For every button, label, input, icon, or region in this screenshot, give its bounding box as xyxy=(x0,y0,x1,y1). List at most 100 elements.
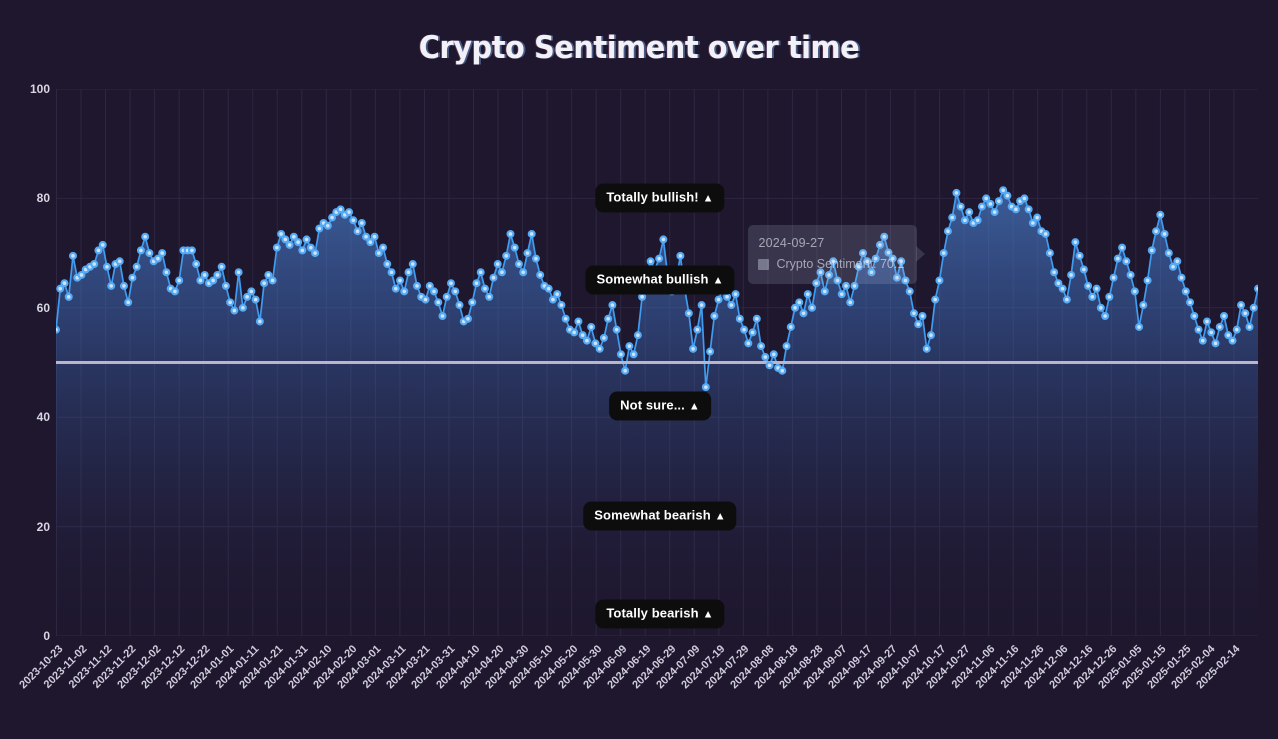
data-point-marker[interactable] xyxy=(803,290,812,299)
data-point-marker[interactable] xyxy=(391,284,400,293)
data-point-marker[interactable] xyxy=(345,208,354,217)
data-point-marker[interactable] xyxy=(1215,322,1224,331)
data-point-marker[interactable] xyxy=(1164,249,1173,258)
data-point-marker[interactable] xyxy=(128,273,137,282)
data-point-marker[interactable] xyxy=(782,342,791,351)
data-point-marker[interactable] xyxy=(1194,325,1203,334)
data-point-marker[interactable] xyxy=(578,331,587,340)
data-point-marker[interactable] xyxy=(812,279,821,288)
data-point-marker[interactable] xyxy=(1245,322,1254,331)
data-point-marker[interactable] xyxy=(697,301,706,310)
data-point-marker[interactable] xyxy=(871,254,880,263)
data-point-marker[interactable] xyxy=(1050,268,1059,277)
data-point-marker[interactable] xyxy=(1071,238,1080,247)
plot-area[interactable] xyxy=(56,89,1258,636)
data-point-marker[interactable] xyxy=(956,202,965,211)
data-point-marker[interactable] xyxy=(438,312,447,321)
data-point-marker[interactable] xyxy=(1011,205,1020,214)
data-point-marker[interactable] xyxy=(1241,309,1250,318)
data-point-marker[interactable] xyxy=(710,312,719,321)
data-point-marker[interactable] xyxy=(1237,301,1246,310)
data-point-marker[interactable] xyxy=(217,262,226,271)
data-point-marker[interactable] xyxy=(1033,213,1042,222)
data-point-marker[interactable] xyxy=(485,292,494,301)
data-point-marker[interactable] xyxy=(591,339,600,348)
data-point-marker[interactable] xyxy=(374,249,383,258)
data-point-marker[interactable] xyxy=(922,344,931,353)
data-point-marker[interactable] xyxy=(595,344,604,353)
data-point-marker[interactable] xyxy=(1096,303,1105,312)
data-point-marker[interactable] xyxy=(875,240,884,249)
data-point-marker[interactable] xyxy=(1198,336,1207,345)
data-point-marker[interactable] xyxy=(570,328,579,337)
data-point-marker[interactable] xyxy=(561,314,570,323)
data-point-marker[interactable] xyxy=(430,287,439,296)
data-point-marker[interactable] xyxy=(455,301,464,310)
data-point-marker[interactable] xyxy=(952,188,961,197)
data-point-marker[interactable] xyxy=(238,303,247,312)
data-point-marker[interactable] xyxy=(187,246,196,255)
data-point-marker[interactable] xyxy=(234,268,243,277)
data-point-marker[interactable] xyxy=(816,268,825,277)
data-point-marker[interactable] xyxy=(701,383,710,392)
data-point-marker[interactable] xyxy=(608,301,617,310)
data-point-marker[interactable] xyxy=(867,268,876,277)
data-point-marker[interactable] xyxy=(621,366,630,375)
data-point-marker[interactable] xyxy=(761,353,770,362)
data-point-marker[interactable] xyxy=(451,287,460,296)
data-point-marker[interactable] xyxy=(1228,336,1237,345)
data-point-marker[interactable] xyxy=(506,229,515,238)
data-point-marker[interactable] xyxy=(863,257,872,266)
data-point-marker[interactable] xyxy=(510,243,519,252)
data-point-marker[interactable] xyxy=(629,350,638,359)
data-point-marker[interactable] xyxy=(757,342,766,351)
data-point-marker[interactable] xyxy=(366,238,375,247)
data-point-marker[interactable] xyxy=(1058,284,1067,293)
data-point-marker[interactable] xyxy=(1113,254,1122,263)
data-point-marker[interactable] xyxy=(676,251,685,260)
data-point-marker[interactable] xyxy=(145,249,154,258)
data-point-marker[interactable] xyxy=(421,295,430,304)
data-point-marker[interactable] xyxy=(400,287,409,296)
data-point-marker[interactable] xyxy=(497,268,506,277)
data-point-marker[interactable] xyxy=(336,205,345,214)
data-point-marker[interactable] xyxy=(1169,262,1178,271)
data-point-marker[interactable] xyxy=(136,246,145,255)
data-point-marker[interactable] xyxy=(1067,270,1076,279)
data-point-marker[interactable] xyxy=(948,213,957,222)
data-point-marker[interactable] xyxy=(502,251,511,260)
data-point-marker[interactable] xyxy=(1232,325,1241,334)
data-point-marker[interactable] xyxy=(994,197,1003,206)
data-point-marker[interactable] xyxy=(383,260,392,269)
data-point-marker[interactable] xyxy=(536,270,545,279)
data-point-marker[interactable] xyxy=(226,298,235,307)
data-point-marker[interactable] xyxy=(633,331,642,340)
data-point-marker[interactable] xyxy=(107,281,116,290)
data-point-marker[interactable] xyxy=(268,276,277,285)
data-point-marker[interactable] xyxy=(323,221,332,230)
data-point-marker[interactable] xyxy=(799,309,808,318)
data-point-marker[interactable] xyxy=(582,336,591,345)
data-point-marker[interactable] xyxy=(752,314,761,323)
data-point-marker[interactable] xyxy=(820,287,829,296)
data-point-marker[interactable] xyxy=(553,290,562,299)
data-point-marker[interactable] xyxy=(264,270,273,279)
data-point-marker[interactable] xyxy=(1156,210,1165,219)
data-point-marker[interactable] xyxy=(659,235,668,244)
data-point-marker[interactable] xyxy=(413,281,422,290)
data-point-marker[interactable] xyxy=(311,249,320,258)
data-point-marker[interactable] xyxy=(387,268,396,277)
data-point-marker[interactable] xyxy=(1054,279,1063,288)
data-point-marker[interactable] xyxy=(765,361,774,370)
data-point-marker[interactable] xyxy=(370,232,379,241)
data-point-marker[interactable] xyxy=(914,320,923,329)
data-point-marker[interactable] xyxy=(587,322,596,331)
data-point-marker[interactable] xyxy=(837,290,846,299)
data-point-marker[interactable] xyxy=(281,235,290,244)
data-point-marker[interactable] xyxy=(909,309,918,318)
data-point-marker[interactable] xyxy=(298,246,307,255)
data-point-marker[interactable] xyxy=(973,216,982,225)
data-point-marker[interactable] xyxy=(162,268,171,277)
data-point-marker[interactable] xyxy=(158,249,167,258)
data-point-marker[interactable] xyxy=(1177,273,1186,282)
